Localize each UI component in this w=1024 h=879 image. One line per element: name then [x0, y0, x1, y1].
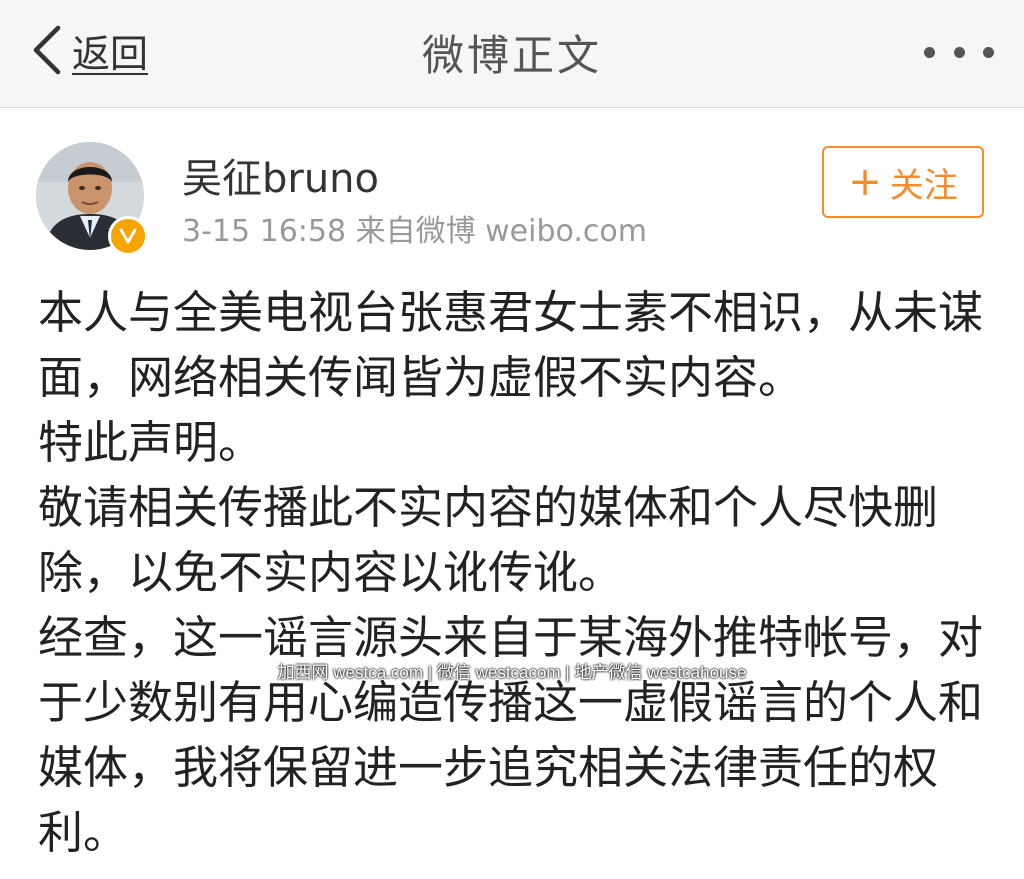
username[interactable]: 吴征bruno	[182, 146, 379, 204]
more-options-button[interactable]	[924, 32, 994, 72]
more-dots-icon	[924, 46, 935, 58]
post-paragraph: 本人与全美电视台张惠君女士素不相识，从未谋面，网络相关传闻皆为虚假不实内容。	[38, 286, 984, 404]
page-title: 微博正文	[421, 31, 602, 80]
verified-v-icon	[108, 216, 148, 256]
watermark: 加西网 westca.com | 微信 westcacom | 地产微信 wes…	[277, 663, 747, 682]
post-paragraph: 经查，这一谣言源头来自于某海外推特帐号，对于少数别有用心编造传播这一虚假谣言的个…	[38, 611, 984, 859]
weibo-post-page: 返回 微博正文 吴征bruno 3-15 16:58 来自微博 weibo.co…	[0, 0, 1024, 879]
post-paragraph: 特此声明。	[38, 416, 264, 469]
follow-label: 关注	[889, 165, 958, 206]
post-meta: 3-15 16:58 来自微博 weibo.com	[182, 214, 647, 249]
post-paragraph: 敬请相关传播此不实内容的媒体和个人尽快删除，以免不实内容以讹传讹。	[38, 481, 939, 599]
navigation-bar: 返回 微博正文	[0, 0, 1024, 108]
post-content: 本人与全美电视台张惠君女士素不相识，从未谋面，网络相关传闻皆为虚假不实内容。 特…	[38, 280, 988, 865]
plus-icon: +	[848, 159, 882, 205]
follow-button[interactable]: + 关注	[822, 146, 984, 218]
